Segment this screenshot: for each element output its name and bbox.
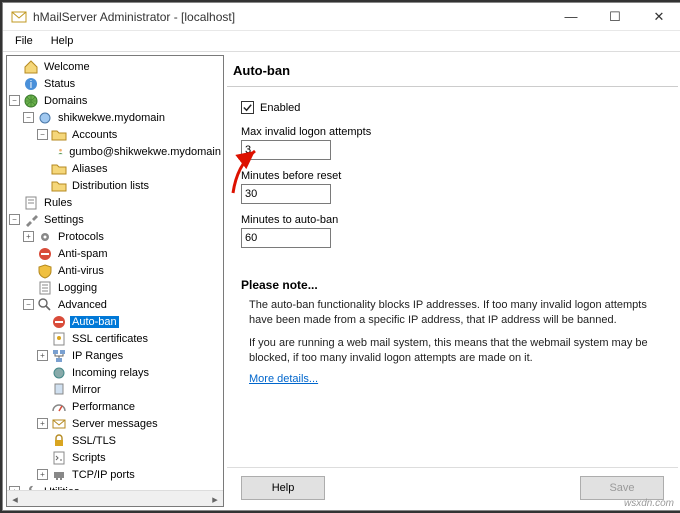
tree-accounts[interactable]: −Accounts — [9, 126, 223, 143]
tree-ipranges[interactable]: +IP Ranges — [9, 347, 223, 364]
scroll-right-icon[interactable]: ▸ — [207, 491, 223, 507]
menubar: File Help — [3, 31, 680, 51]
minimize-button[interactable]: — — [549, 3, 593, 31]
tree-antivirus[interactable]: Anti-virus — [9, 262, 223, 279]
collapse-icon[interactable]: − — [37, 129, 48, 140]
page-title: Auto-ban — [227, 55, 678, 87]
tree-account[interactable]: gumbo@shikwekwe.mydomain — [9, 143, 223, 160]
expand-icon[interactable]: + — [37, 469, 48, 480]
tree-mirror[interactable]: Mirror — [9, 381, 223, 398]
collapse-icon[interactable]: − — [9, 214, 20, 225]
tree-aliases[interactable]: Aliases — [9, 160, 223, 177]
tree-sslcerts[interactable]: SSL certificates — [9, 330, 223, 347]
tree-advanced[interactable]: −Advanced — [9, 296, 223, 313]
save-button[interactable]: Save — [580, 476, 664, 500]
tree-protocols[interactable]: +Protocols — [9, 228, 223, 245]
tree-domain[interactable]: −shikwekwe.mydomain — [9, 109, 223, 126]
script-icon — [51, 450, 67, 466]
block-icon — [37, 246, 53, 262]
log-icon — [37, 280, 53, 296]
note-text-1: The auto-ban functionality blocks IP add… — [249, 298, 664, 328]
enabled-label: Enabled — [260, 102, 300, 114]
shield-icon — [37, 263, 53, 279]
ban-minutes-input[interactable] — [241, 228, 331, 248]
tree-rules[interactable]: Rules — [9, 194, 223, 211]
titlebar: hMailServer Administrator - [localhost] … — [3, 3, 680, 31]
message-icon — [51, 416, 67, 432]
expand-icon[interactable]: + — [37, 418, 48, 429]
relay-icon — [51, 365, 67, 381]
tree-distlists[interactable]: Distribution lists — [9, 177, 223, 194]
globe-icon — [23, 93, 39, 109]
gear-icon — [37, 229, 53, 245]
note-text-2: If you are running a web mail system, th… — [249, 336, 664, 366]
tools-icon — [23, 212, 39, 228]
tree-autoban[interactable]: Auto-ban — [9, 313, 223, 330]
user-icon — [57, 144, 64, 160]
folder-icon — [51, 127, 67, 143]
search-icon — [37, 297, 53, 313]
tree-scripts[interactable]: Scripts — [9, 449, 223, 466]
close-button[interactable]: ✕ — [637, 3, 680, 31]
lock-icon — [51, 433, 67, 449]
max-attempts-input[interactable] — [241, 140, 331, 160]
cert-icon — [51, 331, 67, 347]
expand-icon[interactable]: + — [23, 231, 34, 242]
tree-welcome[interactable]: Welcome — [9, 58, 223, 75]
max-attempts-label: Max invalid logon attempts — [241, 126, 668, 138]
tree-tcpip[interactable]: +TCP/IP ports — [9, 466, 223, 483]
network-icon — [51, 348, 67, 364]
menu-help[interactable]: Help — [45, 33, 80, 49]
window-title: hMailServer Administrator - [localhost] — [33, 10, 549, 24]
app-window: hMailServer Administrator - [localhost] … — [2, 2, 680, 511]
tree-ssltls[interactable]: SSL/TLS — [9, 432, 223, 449]
scroll-left-icon[interactable]: ◂ — [7, 491, 23, 507]
gauge-icon — [51, 399, 67, 415]
watermark: wsxdn.com — [624, 498, 674, 509]
tree-pane[interactable]: Welcome iStatus −Domains −shikwekwe.mydo… — [6, 55, 224, 507]
expand-icon[interactable]: + — [37, 350, 48, 361]
home-icon — [23, 59, 39, 75]
mirror-icon — [51, 382, 67, 398]
folder-icon — [51, 178, 67, 194]
tree-servermsgs[interactable]: +Server messages — [9, 415, 223, 432]
rules-icon — [23, 195, 39, 211]
collapse-icon[interactable]: − — [23, 299, 34, 310]
help-button[interactable]: Help — [241, 476, 325, 500]
collapse-icon[interactable]: − — [9, 95, 20, 106]
horizontal-scrollbar[interactable]: ◂ ▸ — [7, 490, 223, 506]
more-details-link[interactable]: More details... — [249, 373, 318, 385]
enabled-checkbox[interactable] — [241, 101, 254, 114]
tree-performance[interactable]: Performance — [9, 398, 223, 415]
reset-minutes-input[interactable] — [241, 184, 331, 204]
block-icon — [51, 314, 67, 330]
tree-logging[interactable]: Logging — [9, 279, 223, 296]
port-icon — [51, 467, 67, 483]
note-title: Please note... — [241, 278, 668, 292]
tree-increlays[interactable]: Incoming relays — [9, 364, 223, 381]
domain-icon — [37, 110, 53, 126]
maximize-button[interactable]: ☐ — [593, 3, 637, 31]
tree-domains[interactable]: −Domains — [9, 92, 223, 109]
folder-icon — [51, 161, 67, 177]
reset-minutes-label: Minutes before reset — [241, 170, 668, 182]
tree-antispam[interactable]: Anti-spam — [9, 245, 223, 262]
menu-file[interactable]: File — [9, 33, 39, 49]
app-icon — [11, 9, 27, 25]
svg-text:i: i — [30, 79, 32, 91]
content-pane: Auto-ban Enabled Max invalid logon attem… — [227, 55, 678, 507]
body: Welcome iStatus −Domains −shikwekwe.mydo… — [3, 51, 680, 510]
button-bar: Help Save — [227, 467, 678, 507]
collapse-icon[interactable]: − — [23, 112, 34, 123]
ban-minutes-label: Minutes to auto-ban — [241, 214, 668, 226]
tree-settings[interactable]: −Settings — [9, 211, 223, 228]
info-icon: i — [23, 76, 39, 92]
tree-status[interactable]: iStatus — [9, 75, 223, 92]
form-area: Enabled Max invalid logon attempts Minut… — [227, 87, 678, 467]
